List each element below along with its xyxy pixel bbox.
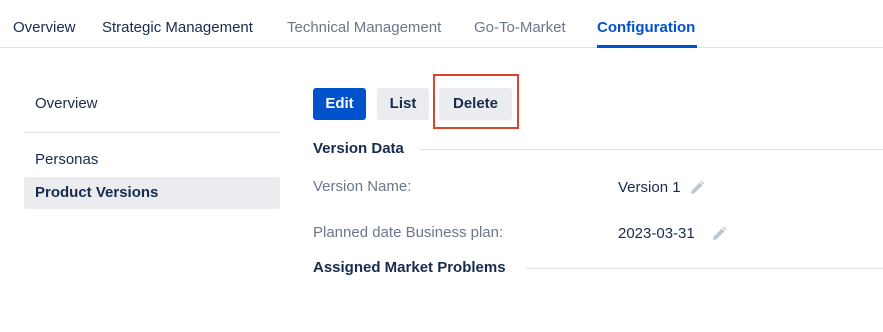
active-tab-indicator — [597, 45, 697, 48]
pencil-icon[interactable] — [689, 180, 705, 196]
tab-configuration[interactable]: Configuration — [597, 18, 695, 38]
edit-button[interactable]: Edit — [313, 88, 366, 120]
planned-date-label: Planned date Business plan: — [313, 224, 504, 241]
sidebar-item-personas[interactable]: Personas — [24, 144, 280, 176]
assigned-market-problems-heading: Assigned Market Problems — [313, 259, 506, 276]
tab-overview[interactable]: Overview — [13, 18, 76, 38]
tab-strategic-management[interactable]: Strategic Management — [102, 18, 253, 38]
version-name-value: Version 1 — [618, 179, 681, 196]
tab-technical-management[interactable]: Technical Management — [287, 18, 441, 38]
version-data-heading: Version Data — [313, 140, 404, 157]
sidebar-item-product-versions[interactable]: Product Versions — [24, 177, 280, 209]
list-button[interactable]: List — [377, 88, 429, 120]
version-name-label: Version Name: — [313, 178, 412, 195]
top-tab-bar: Overview Strategic Management Technical … — [0, 0, 883, 48]
tab-go-to-market[interactable]: Go-To-Market — [474, 18, 566, 38]
version-data-divider — [420, 149, 883, 150]
planned-date-value: 2023-03-31 — [618, 225, 695, 242]
sidebar-divider — [24, 132, 280, 133]
pencil-icon[interactable] — [711, 226, 727, 242]
sidebar-item-overview[interactable]: Overview — [24, 88, 280, 120]
assigned-market-problems-divider — [525, 268, 883, 269]
delete-button[interactable]: Delete — [439, 88, 512, 120]
